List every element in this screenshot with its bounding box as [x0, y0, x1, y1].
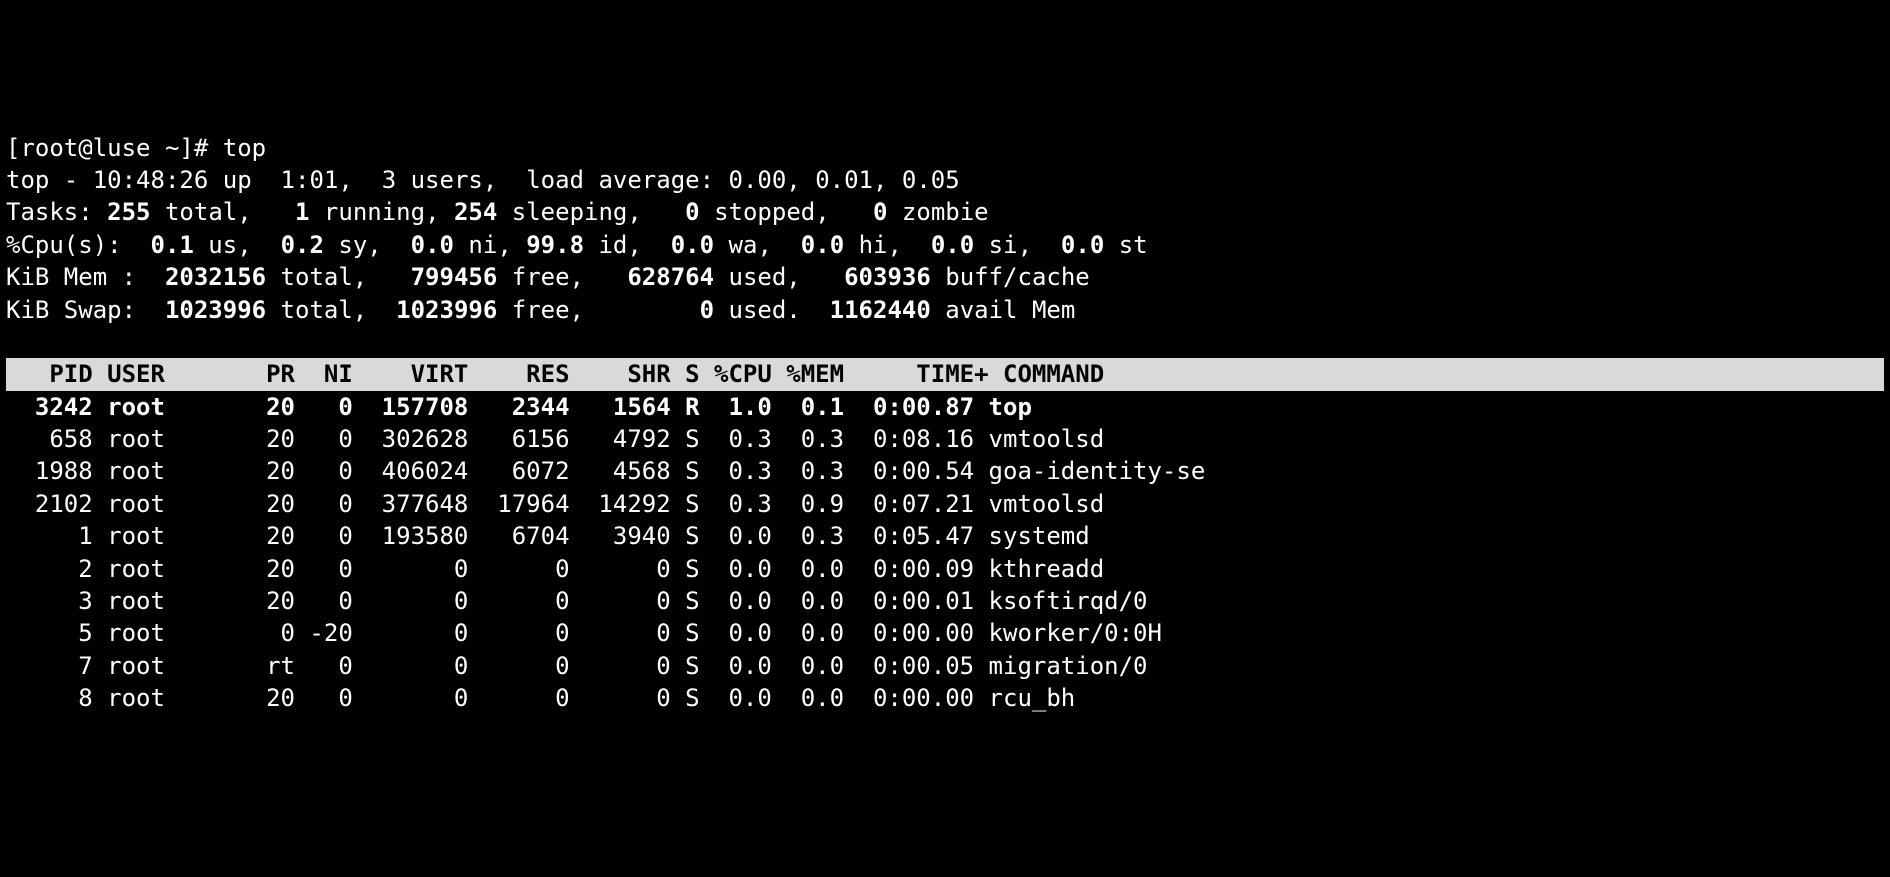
prompt-line: [root@luse ~]# top	[6, 132, 1890, 164]
top-summary-line: top - 10:48:26 up 1:01, 3 users, load av…	[6, 164, 1890, 196]
process-row: 3 root 20 0 0 0 0 S 0.0 0.0 0:00.01 ksof…	[6, 585, 1890, 617]
process-row: 7 root rt 0 0 0 0 S 0.0 0.0 0:00.05 migr…	[6, 650, 1890, 682]
process-row: 2 root 20 0 0 0 0 S 0.0 0.0 0:00.09 kthr…	[6, 553, 1890, 585]
process-row: 5 root 0 -20 0 0 0 S 0.0 0.0 0:00.00 kwo…	[6, 617, 1890, 649]
terminal[interactable]: [root@luse ~]# toptop - 10:48:26 up 1:01…	[6, 132, 1890, 715]
process-row: 658 root 20 0 302628 6156 4792 S 0.3 0.3…	[6, 423, 1890, 455]
process-table-header: PID USER PR NI VIRT RES SHR S %CPU %MEM …	[6, 358, 1884, 390]
process-row: 3242 root 20 0 157708 2344 1564 R 1.0 0.…	[6, 391, 1890, 423]
process-row: 1 root 20 0 193580 6704 3940 S 0.0 0.3 0…	[6, 520, 1890, 552]
mem-line: KiB Mem : 2032156 total, 799456 free, 62…	[6, 261, 1890, 293]
process-row: 8 root 20 0 0 0 0 S 0.0 0.0 0:00.00 rcu_…	[6, 682, 1890, 714]
process-table-body: 3242 root 20 0 157708 2344 1564 R 1.0 0.…	[6, 391, 1890, 715]
process-row: 2102 root 20 0 377648 17964 14292 S 0.3 …	[6, 488, 1890, 520]
tasks-line: Tasks: 255 total, 1 running, 254 sleepin…	[6, 196, 1890, 228]
cpu-line: %Cpu(s): 0.1 us, 0.2 sy, 0.0 ni, 99.8 id…	[6, 229, 1890, 261]
blank-line	[6, 326, 1890, 358]
process-row: 1988 root 20 0 406024 6072 4568 S 0.3 0.…	[6, 455, 1890, 487]
swap-line: KiB Swap: 1023996 total, 1023996 free, 0…	[6, 294, 1890, 326]
